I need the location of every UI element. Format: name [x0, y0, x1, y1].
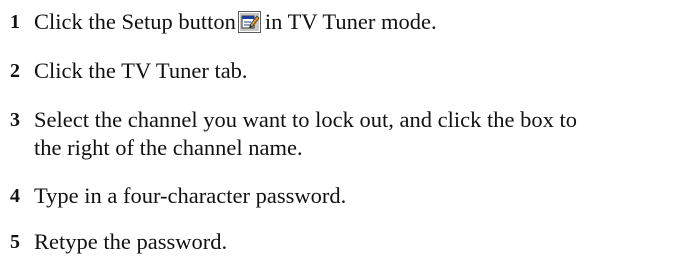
setup-icon — [237, 11, 261, 33]
step-number: 2 — [10, 60, 20, 82]
step-text: Click the Setup button in TV Tuner mode. — [34, 8, 674, 36]
step-text-line: the right of the channel name. — [34, 135, 303, 160]
step-number: 3 — [10, 109, 20, 131]
step-text: Select the channel you want to lock out,… — [34, 106, 674, 162]
step-number: 5 — [10, 231, 20, 253]
step-number: 4 — [10, 185, 20, 207]
step-text: Retype the password. — [34, 229, 228, 254]
step-text-line: Select the channel you want to lock out,… — [34, 107, 577, 132]
step-text-after-icon: in TV Tuner mode. — [264, 9, 437, 34]
step-text-before-icon: Click the Setup button — [34, 9, 236, 34]
step-text: Click the TV Tuner tab. — [34, 58, 248, 83]
step-text: Type in a four-character password. — [34, 183, 347, 208]
step-number: 1 — [10, 11, 20, 33]
